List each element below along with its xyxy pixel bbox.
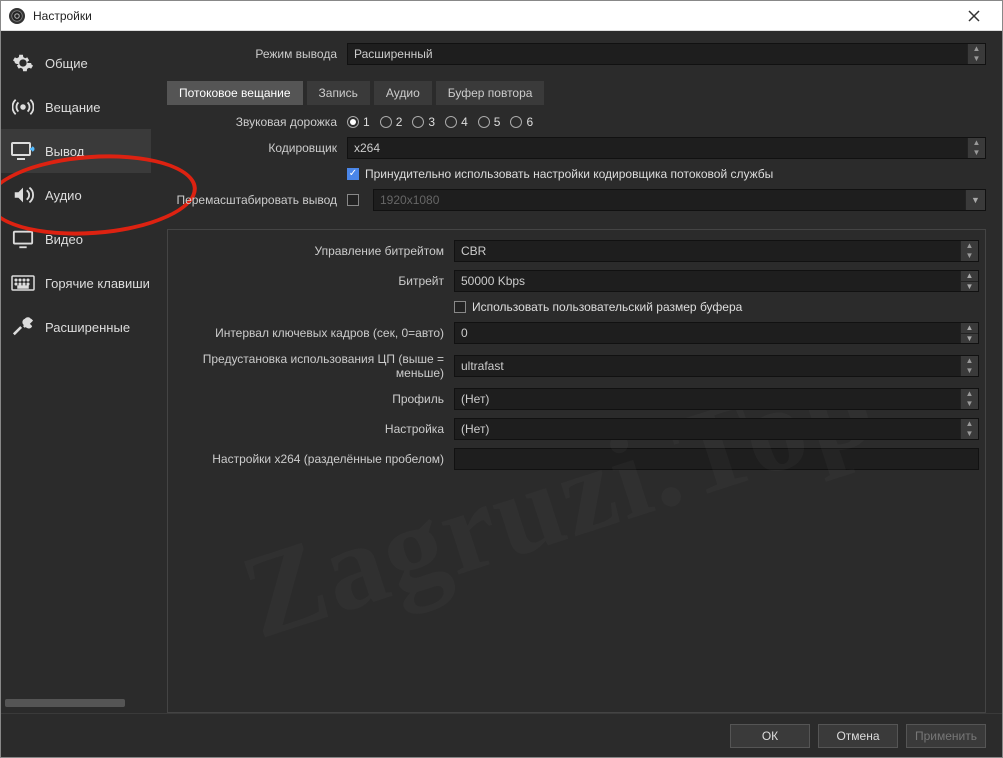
dialog-footer: ОК Отмена Применить bbox=[1, 713, 1002, 757]
encoder-label: Кодировщик bbox=[167, 141, 347, 155]
custom-buffer-label: Использовать пользовательский размер буф… bbox=[472, 300, 742, 314]
spin-icon: ▲▼ bbox=[967, 44, 985, 64]
apply-button[interactable]: Применить bbox=[906, 724, 986, 748]
sidebar-item-output[interactable]: Вывод bbox=[1, 129, 151, 173]
rescale-label: Перемасштабировать вывод bbox=[167, 193, 347, 207]
tab-streaming[interactable]: Потоковое вещание bbox=[167, 81, 303, 105]
main-panel: Zagruzi.Top Режим вывода Расширенный ▲▼ … bbox=[151, 31, 1002, 713]
sidebar-item-label: Расширенные bbox=[45, 320, 130, 335]
cancel-button[interactable]: Отмена bbox=[818, 724, 898, 748]
encoder-value: x264 bbox=[354, 141, 380, 155]
encoder-select[interactable]: x264 ▲▼ bbox=[347, 137, 986, 159]
spin-icon: ▲▼ bbox=[960, 419, 978, 439]
radio-icon bbox=[445, 116, 457, 128]
output-icon bbox=[11, 139, 35, 163]
sidebar-scrollbar[interactable] bbox=[5, 699, 125, 707]
x264opts-input[interactable] bbox=[454, 448, 979, 470]
rescale-select[interactable]: 1920x1080 ▼ bbox=[373, 189, 986, 211]
sidebar-item-label: Горячие клавиши bbox=[45, 276, 150, 291]
sidebar-item-video[interactable]: Видео bbox=[1, 217, 151, 261]
bitrate-input[interactable]: 50000 Kbps ▲▼ bbox=[454, 270, 979, 292]
keyint-label: Интервал ключевых кадров (сек, 0=авто) bbox=[174, 326, 454, 340]
broadcast-icon bbox=[11, 95, 35, 119]
tab-audio[interactable]: Аудио bbox=[374, 81, 432, 105]
radio-icon bbox=[478, 116, 490, 128]
sidebar-item-stream[interactable]: Вещание bbox=[1, 85, 151, 129]
track-5[interactable]: 5 bbox=[478, 115, 501, 129]
sidebar-item-label: Видео bbox=[45, 232, 83, 247]
tune-select[interactable]: (Нет) ▲▼ bbox=[454, 418, 979, 440]
bitrate-label: Битрейт bbox=[174, 274, 454, 288]
rescale-placeholder: 1920x1080 bbox=[380, 193, 439, 207]
radio-icon bbox=[510, 116, 522, 128]
sidebar-item-general[interactable]: Общие bbox=[1, 41, 151, 85]
profile-label: Профиль bbox=[174, 392, 454, 406]
window-title: Настройки bbox=[33, 9, 954, 23]
spin-icon: ▲▼ bbox=[960, 356, 978, 376]
radio-icon bbox=[347, 116, 359, 128]
encoder-settings-panel: Управление битрейтом CBR ▲▼ Битрейт bbox=[167, 229, 986, 713]
sidebar-item-label: Вещание bbox=[45, 100, 101, 115]
chevron-down-icon: ▼ bbox=[965, 190, 985, 210]
keyboard-icon bbox=[11, 271, 35, 295]
tab-replay-buffer[interactable]: Буфер повтора bbox=[436, 81, 545, 105]
ok-button[interactable]: ОК bbox=[730, 724, 810, 748]
tools-icon bbox=[11, 315, 35, 339]
track-1[interactable]: 1 bbox=[347, 115, 370, 129]
spin-icon: ▲▼ bbox=[967, 138, 985, 158]
rescale-checkbox[interactable] bbox=[347, 194, 359, 206]
sidebar-item-audio[interactable]: Аудио bbox=[1, 173, 151, 217]
custom-buffer-checkbox[interactable] bbox=[454, 301, 466, 313]
settings-window: Настройки Общие Вещание Вывод bbox=[0, 0, 1003, 758]
spin-icon: ▲▼ bbox=[960, 389, 978, 409]
keyint-input[interactable]: 0 ▲▼ bbox=[454, 322, 979, 344]
spin-icon: ▲▼ bbox=[960, 241, 978, 261]
rate-control-select[interactable]: CBR ▲▼ bbox=[454, 240, 979, 262]
sidebar-item-hotkeys[interactable]: Горячие клавиши bbox=[1, 261, 151, 305]
video-icon bbox=[11, 227, 35, 251]
preset-label: Предустановка использования ЦП (выше = м… bbox=[174, 352, 454, 380]
sidebar: Общие Вещание Вывод Аудио Видео bbox=[1, 31, 151, 713]
audio-icon bbox=[11, 183, 35, 207]
output-mode-value: Расширенный bbox=[354, 47, 433, 61]
radio-icon bbox=[380, 116, 392, 128]
enforce-label: Принудительно использовать настройки код… bbox=[365, 167, 773, 181]
obs-icon bbox=[9, 8, 25, 24]
close-button[interactable] bbox=[954, 1, 994, 30]
stepper-icon: ▲▼ bbox=[960, 271, 978, 291]
sidebar-item-label: Вывод bbox=[45, 144, 84, 159]
track-6[interactable]: 6 bbox=[510, 115, 533, 129]
titlebar: Настройки bbox=[1, 1, 1002, 31]
track-3[interactable]: 3 bbox=[412, 115, 435, 129]
stepper-icon: ▲▼ bbox=[960, 323, 978, 343]
x264opts-label: Настройки x264 (разделённые пробелом) bbox=[174, 452, 454, 466]
sidebar-item-advanced[interactable]: Расширенные bbox=[1, 305, 151, 349]
sidebar-item-label: Общие bbox=[45, 56, 88, 71]
tab-recording[interactable]: Запись bbox=[307, 81, 370, 105]
tune-label: Настройка bbox=[174, 422, 454, 436]
output-mode-label: Режим вывода bbox=[167, 47, 347, 61]
audio-track-label: Звуковая дорожка bbox=[167, 115, 347, 129]
dialog-body: Общие Вещание Вывод Аудио Видео bbox=[1, 31, 1002, 713]
output-mode-select[interactable]: Расширенный ▲▼ bbox=[347, 43, 986, 65]
preset-select[interactable]: ultrafast ▲▼ bbox=[454, 355, 979, 377]
radio-icon bbox=[412, 116, 424, 128]
rate-control-label: Управление битрейтом bbox=[174, 244, 454, 258]
profile-select[interactable]: (Нет) ▲▼ bbox=[454, 388, 979, 410]
output-tabs: Потоковое вещание Запись Аудио Буфер пов… bbox=[167, 81, 986, 105]
track-4[interactable]: 4 bbox=[445, 115, 468, 129]
audio-track-group: 1 2 3 4 5 6 bbox=[347, 115, 986, 129]
enforce-checkbox[interactable] bbox=[347, 168, 359, 180]
sidebar-item-label: Аудио bbox=[45, 188, 82, 203]
track-2[interactable]: 2 bbox=[380, 115, 403, 129]
gear-icon bbox=[11, 51, 35, 75]
